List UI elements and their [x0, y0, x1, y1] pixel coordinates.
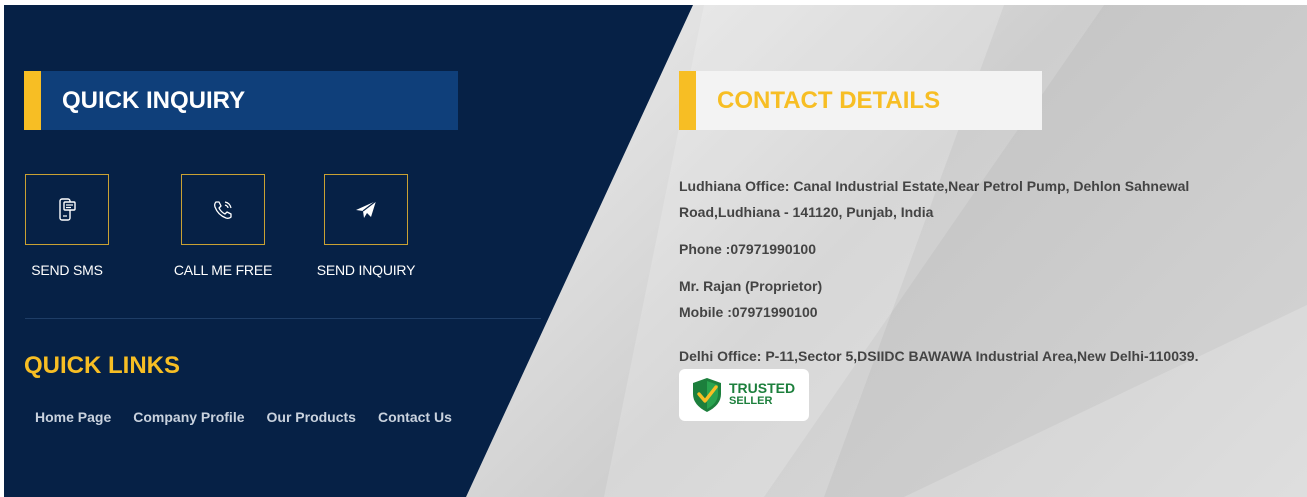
send-inquiry-label: SEND INQUIRY — [316, 262, 416, 278]
accent-bar — [24, 71, 41, 130]
link-contact-us[interactable]: Contact Us — [378, 409, 452, 425]
quick-inquiry-heading: QUICK INQUIRY — [24, 71, 458, 130]
call-me-free-button[interactable]: CALL ME FREE — [168, 174, 278, 278]
accent-bar — [679, 71, 696, 130]
contact-details-title: CONTACT DETAILS — [717, 86, 941, 114]
link-company-profile[interactable]: Company Profile — [133, 409, 244, 425]
contact-person: Mr. Rajan (Proprietor) — [679, 278, 823, 294]
link-our-products[interactable]: Our Products — [267, 409, 356, 425]
phone-number: Phone :07971990100 — [679, 241, 816, 257]
call-me-free-icon-box[interactable] — [181, 174, 265, 245]
send-sms-label: SEND SMS — [31, 262, 103, 278]
phone-icon — [214, 200, 232, 219]
mobile-number: Mobile :07971990100 — [679, 304, 818, 320]
quick-links-nav: Home Page Company Profile Our Products C… — [35, 409, 452, 425]
send-sms-icon-box[interactable] — [25, 174, 109, 245]
quick-links-title: QUICK LINKS — [24, 352, 180, 379]
footer-section: QUICK INQUIRY SEND SMS CALL ME FREE SEND… — [4, 5, 1307, 497]
send-sms-button[interactable]: SEND SMS — [12, 174, 122, 278]
contact-person-block: Mr. Rajan (Proprietor) Mobile :079719901… — [679, 273, 822, 325]
contact-details-heading: CONTACT DETAILS — [679, 71, 1042, 130]
send-inquiry-button[interactable]: SEND INQUIRY — [311, 174, 421, 278]
trusted-seller-badge: TRUSTED SELLER — [679, 369, 809, 421]
badge-line-1: TRUSTED — [729, 380, 796, 396]
quick-inquiry-title: QUICK INQUIRY — [62, 86, 246, 114]
badge-text: TRUSTED SELLER — [729, 380, 796, 408]
divider — [25, 318, 541, 319]
paper-plane-icon — [356, 200, 377, 218]
call-me-free-label: CALL ME FREE — [173, 262, 273, 278]
shield-check-icon — [693, 378, 721, 412]
sms-icon — [59, 197, 76, 221]
badge-line-2: SELLER — [729, 395, 773, 407]
ludhiana-office-address: Ludhiana Office: Canal Industrial Estate… — [679, 178, 1190, 220]
send-inquiry-icon-box[interactable] — [324, 174, 408, 245]
link-home-page[interactable]: Home Page — [35, 409, 111, 425]
delhi-office-address: Delhi Office: P-11,Sector 5,DSIIDC BAWAW… — [679, 348, 1199, 364]
